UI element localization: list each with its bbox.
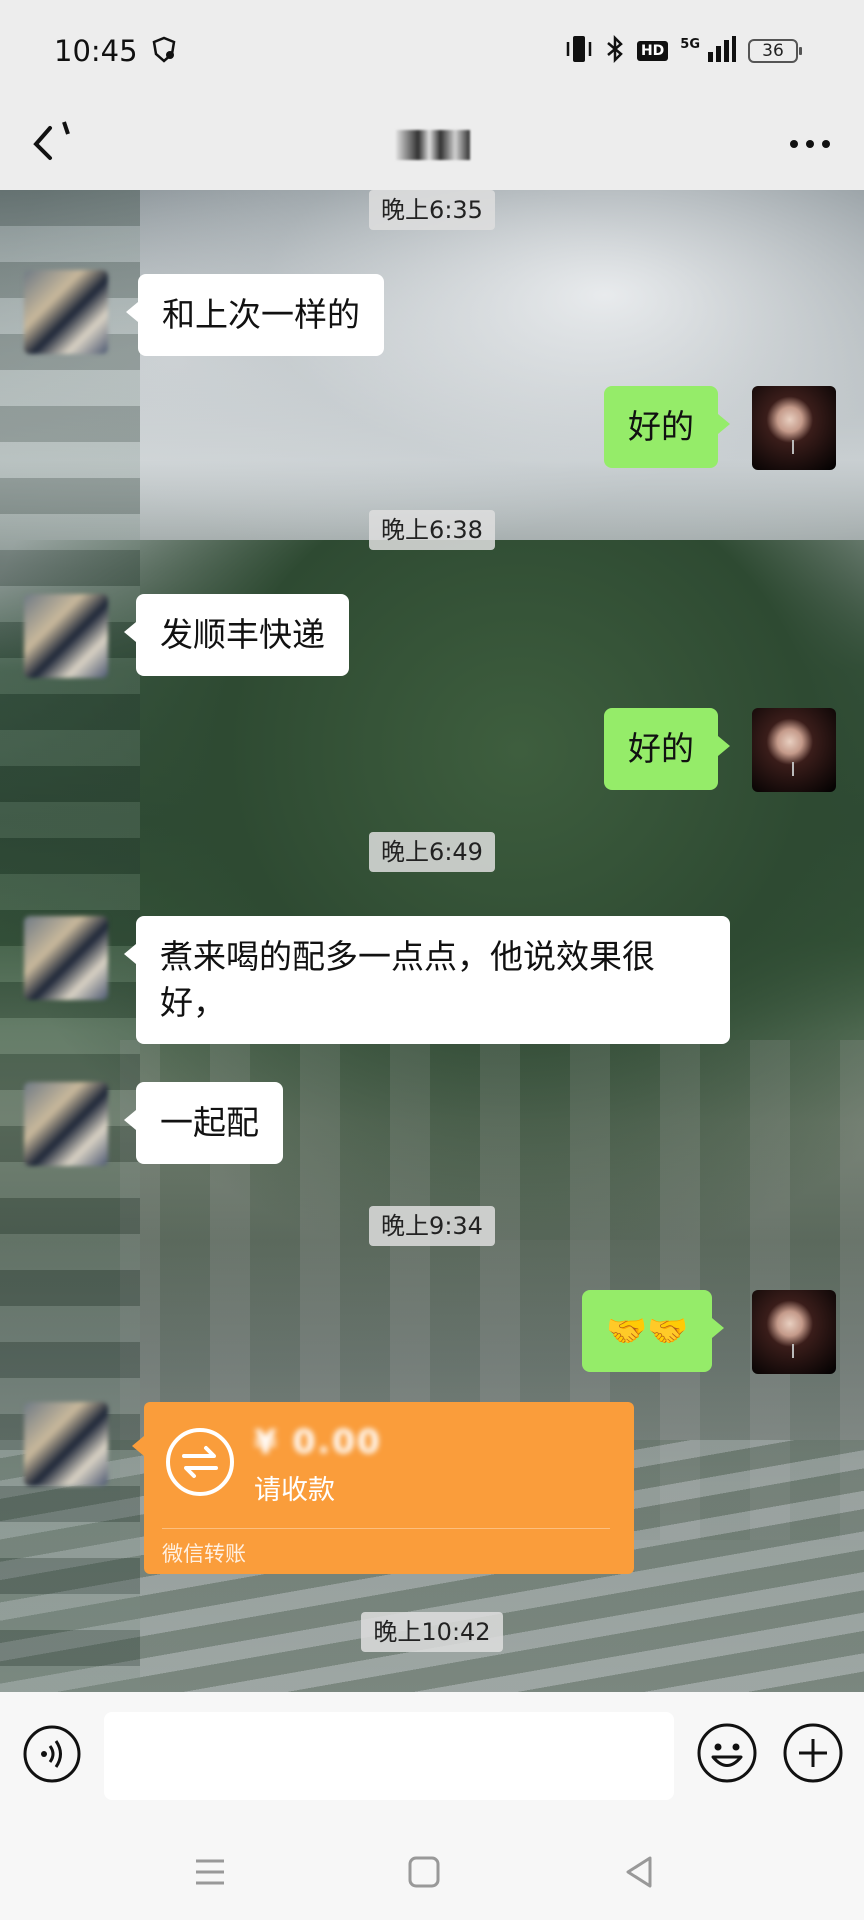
message-bubble-right[interactable]: 🤝🤝	[582, 1290, 725, 1372]
voice-icon[interactable]	[22, 1724, 82, 1784]
emoji-icon[interactable]	[696, 1722, 758, 1784]
self-avatar[interactable]	[752, 386, 836, 470]
self-avatar[interactable]	[752, 708, 836, 792]
message-bubble-left[interactable]: 煮来喝的配多一点点，他说效果很好，	[124, 916, 730, 1044]
network-label: 5G	[680, 36, 700, 52]
contact-avatar[interactable]	[24, 1082, 108, 1166]
message-bubble-right[interactable]: 好的	[604, 386, 730, 468]
bluetooth-icon	[605, 34, 625, 68]
hd-badge: HD	[636, 41, 669, 61]
contact-name-redacted	[396, 130, 470, 160]
back-nav-icon[interactable]	[620, 1852, 660, 1892]
timestamp: 晚上10:42	[0, 1612, 864, 1652]
battery-indicator: 36	[748, 39, 802, 63]
home-icon[interactable]	[404, 1852, 444, 1892]
contact-avatar[interactable]	[24, 916, 108, 1000]
transfer-icon	[164, 1426, 236, 1498]
more-options-icon[interactable]	[782, 124, 838, 164]
transfer-title: 请收款	[254, 1475, 335, 1506]
message-bubble-left[interactable]: 和上次一样的	[126, 274, 384, 356]
timestamp: 晚上9:34	[0, 1206, 864, 1246]
back-icon[interactable]	[30, 114, 90, 174]
message-bubble-left[interactable]: 发顺丰快递	[124, 594, 349, 676]
status-bar: 10:45 HD 5G 36	[0, 0, 864, 100]
transfer-divider	[162, 1528, 610, 1529]
transfer-amount: ¥ 0.00	[254, 1422, 382, 1461]
self-avatar[interactable]	[752, 1290, 836, 1374]
contact-avatar[interactable]	[24, 270, 108, 354]
contact-avatar[interactable]	[24, 594, 108, 678]
transfer-footer: 微信转账	[162, 1542, 246, 1566]
menu-icon[interactable]	[190, 1852, 230, 1892]
signal-icon	[706, 36, 736, 66]
input-bar	[0, 1692, 864, 1820]
contact-avatar[interactable]	[24, 1402, 108, 1486]
message-bubble-left[interactable]: 一起配	[124, 1082, 283, 1164]
timestamp: 晚上6:38	[0, 510, 864, 550]
system-nav-bar	[0, 1820, 864, 1920]
timestamp: 晚上6:49	[0, 832, 864, 872]
shield-icon	[150, 36, 178, 68]
status-time: 10:45	[54, 34, 138, 68]
chat-header	[0, 100, 864, 190]
vibrate-icon	[565, 34, 593, 68]
message-input[interactable]	[104, 1712, 674, 1800]
timestamp: 晚上6:35	[0, 190, 864, 230]
transfer-card[interactable]: ¥ 0.00 请收款 微信转账	[132, 1402, 634, 1574]
plus-icon[interactable]	[782, 1722, 844, 1784]
message-bubble-right[interactable]: 好的	[604, 708, 730, 790]
status-indicators: HD 5G 36	[565, 34, 802, 68]
